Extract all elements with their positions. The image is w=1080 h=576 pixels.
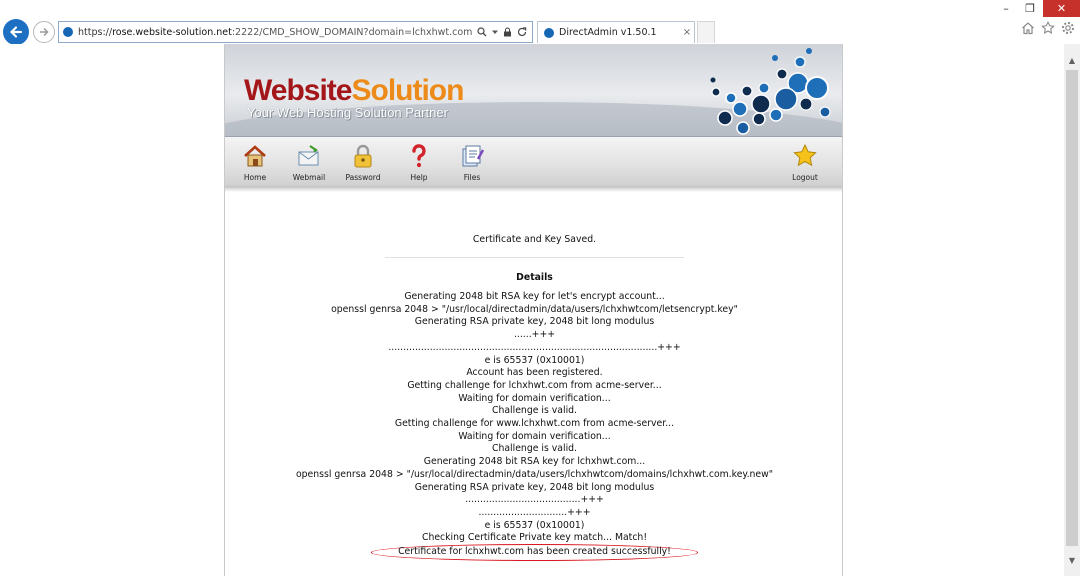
url-path: :2222/CMD_SHOW_DOMAIN?domain=lchxhwt.com [231,26,473,38]
nav-files[interactable]: Files [446,137,498,185]
browser-chrome: https://rose.website-solution.net:2222/C… [0,0,1080,45]
log-line: e is 65537 (0x10001) [484,354,585,366]
brand-tagline: Your Web Hosting Solution Partner [247,105,448,120]
nav-webmail[interactable]: Webmail [283,137,335,185]
log-line: ......+++ [513,329,556,341]
nav-files-label: Files [463,173,481,182]
nav-home-label: Home [243,173,267,182]
log-line: Generating 2048 bit RSA key for let's en… [404,291,665,302]
nav-help[interactable]: Help [393,137,445,185]
header-banner: WebsiteSolution Your Web Hosting Solutio… [225,44,842,136]
padlock-icon [354,144,372,168]
new-tab-button[interactable] [697,21,715,43]
minimize-button[interactable]: – [994,0,1018,17]
nav-help-label: Help [410,173,428,182]
url-host: rose.website-solution.net [112,26,232,38]
close-window-button[interactable]: ✕ [1043,0,1080,17]
forward-button[interactable] [33,21,55,43]
nav-webmail-label: Webmail [292,173,326,182]
site-icon [63,27,73,37]
restore-button[interactable]: ❐ [1018,0,1042,17]
nav-home[interactable]: Home [229,137,281,185]
refresh-icon[interactable] [517,27,527,37]
scroll-thumb[interactable] [1066,70,1078,546]
envelope-icon [298,145,319,166]
details-heading: Details [516,272,553,283]
star-logout-icon [793,143,817,167]
saved-message: Certificate and Key Saved. [472,234,597,245]
success-line-wrapper: Certificate for lchxhwt.com has been cre… [225,544,844,561]
arrow-right-icon [40,27,49,37]
main-navigation: Home Webmail Password Help Files Logout [225,136,842,186]
page-viewport: WebsiteSolution Your Web Hosting Solutio… [0,44,1064,576]
nav-logout-label: Logout [792,173,818,182]
tab-title: DirectAdmin v1.50.1 [559,27,657,38]
log-line: Waiting for domain verification... [458,392,611,404]
back-button[interactable] [3,19,29,45]
success-message: Certificate for lchxhwt.com has been cre… [371,544,698,561]
lock-icon[interactable] [503,27,512,37]
log-line: Getting challenge for lchxhwt.com from a… [407,379,662,391]
brand-word-website: Website [244,74,352,107]
url-scheme: https:// [78,26,113,38]
nav-logout[interactable]: Logout [779,137,831,185]
log-line: Generating RSA private key, 2048 bit lon… [414,316,655,328]
vertical-scrollbar[interactable]: ▲ ▼ [1064,44,1080,576]
browser-toolbar [1021,21,1075,35]
nav-password[interactable]: Password [337,137,389,185]
directadmin-panel: WebsiteSolution Your Web Hosting Solutio… [224,44,843,576]
home-icon[interactable] [1021,21,1035,35]
log-line: openssl genrsa 2048 > "/usr/local/direct… [331,303,738,315]
log-line: ..............................+++ [478,506,591,518]
log-line: ........................................… [388,341,681,353]
main-content: Certificate and Key Saved. Details Gener… [225,192,844,561]
arrow-left-icon [9,26,23,38]
dropdown-icon[interactable] [492,29,498,35]
brand-logo: WebsiteSolution [244,74,464,108]
log-line: Account has been registered. [466,367,603,379]
log-line: e is 65537 (0x10001) [484,519,585,531]
scroll-up-button[interactable]: ▲ [1064,52,1080,68]
bubbles-logo-graphic [710,48,831,135]
nav-password-label: Password [345,173,381,182]
log-line: openssl genrsa 2048 > "/usr/local/direct… [295,468,774,480]
log-line: Generating 2048 bit RSA key for lchxhwt.… [423,456,646,468]
search-icon[interactable] [477,27,487,37]
log-line: Waiting for domain verification... [458,430,611,442]
brand-word-solution: Solution [351,74,464,107]
tab-site-icon [544,27,554,38]
log-line: Getting challenge for www.lchxhwt.com fr… [394,418,675,430]
house-icon [244,145,266,167]
url-text[interactable]: https://rose.website-solution.net:2222/C… [78,27,477,38]
address-bar[interactable]: https://rose.website-solution.net:2222/C… [58,21,533,43]
log-line: Challenge is valid. [491,405,578,417]
details-log: Generating 2048 bit RSA key for let's en… [225,291,844,561]
log-line: Challenge is valid. [491,443,578,455]
divider [385,257,684,258]
address-tools [477,27,532,37]
gear-icon[interactable] [1061,21,1075,35]
log-line: Generating RSA private key, 2048 bit lon… [414,481,655,493]
scroll-down-button[interactable]: ▼ [1064,552,1080,568]
files-icon [462,145,485,167]
tab-directadmin[interactable]: DirectAdmin v1.50.1 × [537,21,695,43]
question-mark-icon [412,144,426,168]
star-icon[interactable] [1041,21,1055,35]
log-line: .......................................+… [465,494,604,506]
tab-close-button[interactable]: × [680,27,694,38]
